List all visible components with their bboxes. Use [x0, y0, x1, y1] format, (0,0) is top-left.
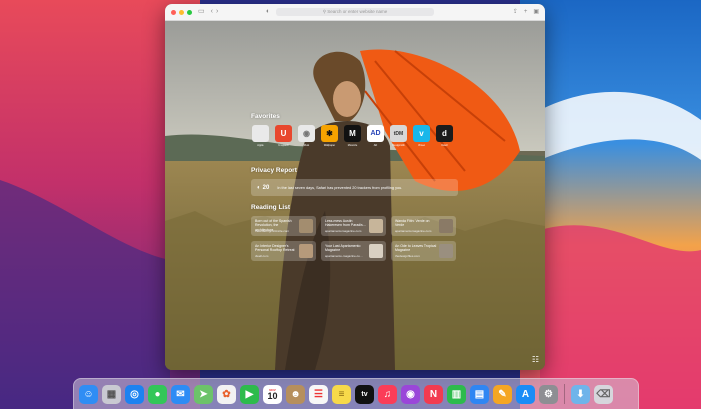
apple-icon	[252, 125, 269, 142]
close-button[interactable]	[171, 9, 176, 15]
privacy-report-text: In the last seven days, Safari has preve…	[277, 185, 403, 190]
monocle-icon: M	[344, 125, 361, 142]
trash-icon[interactable]: ⌫	[594, 384, 613, 404]
dwell-icon: d	[436, 125, 453, 142]
reading-list-item[interactable]: An Interior Designer's Personal Rooftop …	[251, 241, 316, 261]
dock: ☺ ▦ ◎ ● ✉ ➤ ✿ ▶ NOV 10 ☻ ☰ ≡ tv ♫ ◉ N ▥ …	[73, 378, 639, 409]
favorites-heading: Favorites	[251, 113, 280, 120]
favorite-ad[interactable]: AD AD	[366, 125, 385, 147]
back-arrow-icon[interactable]: ‹	[211, 4, 213, 20]
notes-icon[interactable]: ≡	[332, 384, 351, 404]
wallpaper-icon: ✱	[321, 125, 338, 142]
keynote-icon[interactable]: ▤	[470, 384, 489, 404]
article-thumbnail	[299, 219, 313, 233]
window-controls	[171, 9, 192, 15]
article-thumbnail	[439, 219, 453, 233]
tracker-count: 20	[262, 184, 270, 191]
privacy-shield-icon[interactable]: ◐	[266, 4, 270, 20]
pages-icon[interactable]: ✎	[493, 384, 512, 404]
reading-list-grid: Born out of the Spanish Revolution, the …	[251, 216, 456, 261]
news-icon[interactable]: N	[424, 384, 443, 404]
favorite-designmilk[interactable]: tDM Designmilk	[389, 125, 408, 147]
tab-overview-icon[interactable]: ▣	[533, 4, 539, 20]
facetime-icon[interactable]: ▶	[240, 384, 259, 404]
designmilk-icon: tDM	[390, 125, 407, 142]
reading-list-item[interactable]: Less-mess Austin Hakeresen from Paradis……	[321, 216, 386, 236]
reading-list-item[interactable]: An Ode to Leaves Tropical Magazine thede…	[391, 241, 456, 261]
address-bar[interactable]: ⚲ Search or enter website name	[276, 8, 434, 16]
favorite-musi[interactable]: ◉ Musi	[297, 125, 316, 147]
reading-list-item[interactable]: Wanda Fitin: Verde on Verde apartamentom…	[391, 216, 456, 236]
tv-icon[interactable]: tv	[355, 384, 374, 404]
share-icon[interactable]: ⇪	[513, 4, 518, 20]
numbers-icon[interactable]: ▥	[447, 384, 466, 404]
mail-icon[interactable]: ✉	[171, 384, 190, 404]
music-icon[interactable]: ♫	[378, 384, 397, 404]
favorite-apple[interactable]: Apple	[251, 125, 270, 147]
article-thumbnail	[369, 244, 383, 258]
favorite-vimeo[interactable]: v Vimeo	[412, 125, 431, 147]
system-preferences-icon[interactable]: ⚙	[539, 384, 558, 404]
sidebar-toggle-icon[interactable]: ▭	[198, 4, 205, 20]
calendar-icon[interactable]: NOV 10	[263, 384, 282, 404]
safari-icon[interactable]: ◎	[125, 384, 144, 404]
forward-arrow-icon[interactable]: ›	[216, 4, 218, 20]
minimize-button[interactable]	[179, 9, 184, 15]
reminders-icon[interactable]: ☰	[309, 384, 328, 404]
favorites-grid: Apple U Unsplash ◉ Musi ✱ Wallpaper M Mo…	[251, 125, 454, 147]
favorite-wallpaper[interactable]: ✱ Wallpaper	[320, 125, 339, 147]
new-tab-icon[interactable]: +	[524, 4, 528, 20]
reading-list-item[interactable]: Your Last Apartamento Magazine apartamen…	[321, 241, 386, 261]
messages-icon[interactable]: ●	[148, 384, 167, 404]
app-store-icon[interactable]: A	[516, 384, 535, 404]
maps-icon[interactable]: ➤	[194, 384, 213, 404]
unsplash-icon: U	[275, 125, 292, 142]
privacy-report-card[interactable]: ◐ 20 In the last seven days, Safari has …	[251, 179, 458, 196]
address-placeholder: Search or enter website name	[327, 9, 388, 14]
podcasts-icon[interactable]: ◉	[401, 384, 420, 404]
photos-icon[interactable]: ✿	[217, 384, 236, 404]
favorite-monocle[interactable]: M Monocle	[343, 125, 362, 147]
shield-icon: ◐	[257, 184, 261, 191]
downloads-folder-icon[interactable]: ⬇	[571, 384, 590, 404]
finder-icon[interactable]: ☺	[79, 384, 98, 404]
ad-icon: AD	[367, 125, 384, 142]
zoom-button[interactable]	[187, 9, 192, 15]
browser-toolbar: ▭ ‹ › ◐ ⚲ Search or enter website name ⇪…	[165, 4, 545, 21]
launchpad-icon[interactable]: ▦	[102, 384, 121, 404]
article-thumbnail	[299, 244, 313, 258]
reading-list-item[interactable]: Born out of the Spanish Revolution, the …	[251, 216, 316, 236]
contacts-icon[interactable]: ☻	[286, 384, 305, 404]
musi-icon: ◉	[298, 125, 315, 142]
vimeo-icon: v	[413, 125, 430, 142]
start-page-settings-icon[interactable]: ☷	[532, 355, 539, 364]
favorite-unsplash[interactable]: U Unsplash	[274, 125, 293, 147]
start-page: Favorites Apple U Unsplash ◉ Musi ✱ Wall…	[165, 21, 545, 370]
privacy-report-heading: Privacy Report	[251, 167, 297, 174]
safari-window: ▭ ‹ › ◐ ⚲ Search or enter website name ⇪…	[165, 4, 545, 370]
article-thumbnail	[439, 244, 453, 258]
favorite-dwell[interactable]: d Dwell	[435, 125, 454, 147]
dock-separator	[564, 384, 565, 404]
article-thumbnail	[369, 219, 383, 233]
reading-list-heading: Reading List	[251, 204, 291, 211]
